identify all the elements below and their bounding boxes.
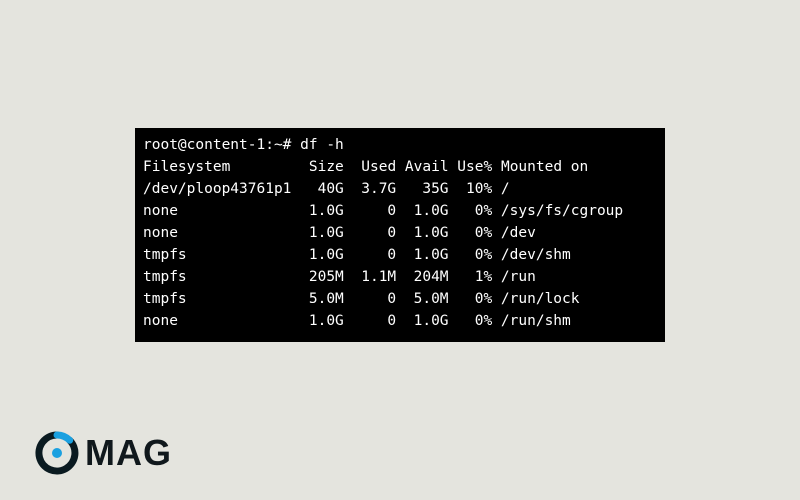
col-used: Used (344, 159, 396, 175)
command: df -h (300, 137, 344, 153)
logo-icon (35, 431, 79, 475)
df-rows: /dev/ploop43761p1 40G 3.7G 35G 10% / non… (143, 181, 623, 329)
terminal-output[interactable]: root@content-1:~# df -h Filesystem Size … (135, 128, 665, 342)
brand-logo: MAG (35, 431, 172, 475)
col-mounted: Mounted on (492, 159, 588, 175)
logo-text: MAG (85, 432, 172, 474)
col-filesystem: Filesystem (143, 159, 291, 175)
col-size: Size (291, 159, 343, 175)
col-usep: Use% (449, 159, 493, 175)
col-avail: Avail (396, 159, 448, 175)
prompt: root@content-1:~# (143, 137, 300, 153)
